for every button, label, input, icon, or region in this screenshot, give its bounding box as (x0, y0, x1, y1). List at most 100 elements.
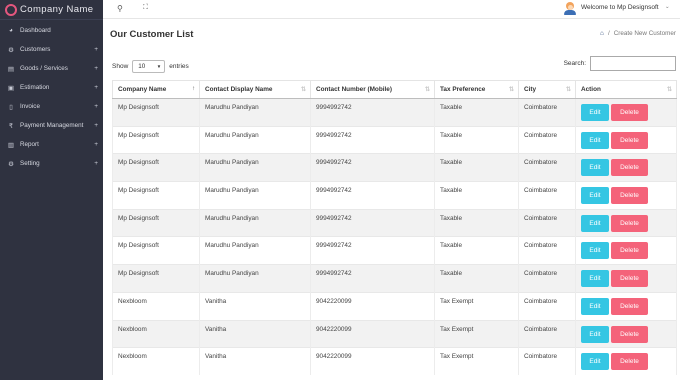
tax-cell: Taxable (434, 125, 519, 154)
delete-button[interactable]: Delete (611, 242, 648, 260)
brand[interactable]: Company Name (0, 0, 103, 20)
table-row: Mp Designsoft Marudhu Pandiyan 9994992742 T… (112, 125, 677, 154)
sort-icon: ⇅ (666, 87, 672, 93)
company-cell: Mp Designsoft (112, 208, 200, 237)
search-icon[interactable]: ⚲ (117, 4, 123, 13)
setting-icon: ⚙ (8, 160, 14, 168)
expand-plus-icon[interactable]: + (94, 103, 98, 110)
tax-cell: Taxable (434, 153, 519, 182)
delete-button[interactable]: Delete (611, 270, 648, 288)
dashboard-icon: ◕ (9, 27, 13, 34)
contact-cell: Marudhu Pandiyan (199, 236, 311, 265)
sidebar-item-payment-management[interactable]: ₹ Payment Management + (0, 116, 103, 135)
delete-button[interactable]: Delete (611, 325, 648, 343)
delete-button[interactable]: Delete (611, 159, 648, 177)
chevron-down-icon[interactable]: ⌄ (665, 4, 670, 10)
action-cell: Edit Delete (575, 98, 677, 127)
edit-button[interactable]: Edit (581, 325, 609, 343)
edit-button[interactable]: Edit (581, 242, 609, 260)
column-header[interactable]: Company Name ↑ (112, 80, 200, 99)
contact-cell: Marudhu Pandiyan (199, 264, 311, 293)
top-bar: ⚲ ⛶ Welcome to Mp Designsoft ⌄ (103, 0, 680, 19)
sidebar-item-dashboard[interactable]: ◕ Dashboard (0, 21, 103, 40)
table-row: Mp Designsoft Marudhu Pandiyan 9994992742 T… (112, 98, 677, 127)
company-cell: Nexbloom (112, 291, 200, 320)
phone-cell: 9994992742 (310, 125, 435, 154)
sidebar-item-label: Estimation (20, 84, 50, 91)
report-icon: ▥ (7, 141, 15, 149)
edit-button[interactable]: Edit (581, 270, 609, 288)
company-cell: Mp Designsoft (112, 181, 200, 210)
sort-icon: ⇅ (508, 87, 514, 93)
edit-button[interactable]: Edit (581, 214, 609, 232)
sidebar-item-invoice[interactable]: ▯ Invoice + (0, 97, 103, 116)
search-input[interactable] (590, 56, 676, 71)
column-header[interactable]: City ⇅ (518, 80, 576, 99)
contact-cell: Marudhu Pandiyan (199, 125, 311, 154)
sidebar-item-goods-services[interactable]: ▤ Goods / Services + (0, 59, 103, 78)
show-label: Show (112, 63, 129, 70)
sort-icon: ↑ (192, 86, 195, 92)
column-header-label: Company Name (118, 86, 167, 93)
expand-plus-icon[interactable]: + (94, 65, 98, 72)
sort-icon: ⇅ (300, 87, 306, 93)
action-cell: Edit Delete (575, 291, 677, 320)
tax-cell: Tax Exempt (434, 291, 519, 320)
action-cell: Edit Delete (575, 319, 677, 348)
phone-cell: 9042220099 (310, 291, 435, 320)
delete-button[interactable]: Delete (611, 353, 648, 371)
delete-button[interactable]: Delete (611, 104, 648, 121)
delete-button[interactable]: Delete (611, 131, 648, 149)
sidebar-item-estimation[interactable]: ▣ Estimation + (0, 78, 103, 97)
city-cell: Coimbatore (518, 264, 576, 293)
sidebar-item-customers[interactable]: ⚙ Customers + (0, 40, 103, 59)
phone-cell: 9042220099 (310, 319, 435, 348)
column-header-label: Contact Number (Mobile) (316, 86, 392, 93)
home-icon[interactable]: ⌂ (600, 30, 604, 37)
table-row: Nexbloom Vanitha 9042220099 Tax Exempt Coimb… (112, 291, 677, 320)
delete-button[interactable]: Delete (611, 187, 648, 205)
entries-select[interactable]: 10 ▼ (132, 60, 166, 73)
tax-cell: Taxable (434, 236, 519, 265)
entries-control: Show 10 ▼ entries (112, 60, 189, 73)
column-header[interactable]: Contact Display Name ⇅ (199, 80, 311, 99)
sidebar-item-setting[interactable]: ⚙ Setting + (0, 154, 103, 173)
column-header[interactable]: Contact Number (Mobile) ⇅ (310, 80, 435, 99)
column-header[interactable]: Tax Preference ⇅ (434, 80, 519, 99)
edit-button[interactable]: Edit (581, 131, 609, 149)
sidebar-item-report[interactable]: ▥ Report + (0, 135, 103, 154)
column-header[interactable]: Action ⇅ (575, 80, 677, 99)
page-title: Our Customer List (110, 29, 194, 40)
edit-button[interactable]: Edit (581, 104, 609, 121)
avatar[interactable] (564, 2, 576, 15)
tax-cell: Tax Exempt (434, 319, 519, 348)
fullscreen-icon[interactable]: ⛶ (143, 4, 148, 12)
expand-plus-icon[interactable]: + (94, 160, 98, 167)
edit-button[interactable]: Edit (581, 187, 609, 205)
expand-plus-icon[interactable]: + (94, 46, 98, 53)
payment-icon: ₹ (8, 122, 14, 130)
delete-button[interactable]: Delete (611, 214, 648, 232)
column-header-label: City (524, 86, 537, 93)
action-cell: Edit Delete (575, 236, 677, 265)
contact-cell: Marudhu Pandiyan (199, 181, 311, 210)
edit-button[interactable]: Edit (581, 297, 609, 315)
delete-button[interactable]: Delete (611, 297, 648, 315)
entries-value: 10 (138, 63, 146, 70)
user-menu-welcome[interactable]: Welcome to Mp Designsoft (581, 4, 659, 11)
expand-plus-icon[interactable]: + (94, 122, 98, 129)
action-cell: Edit Delete (575, 264, 677, 293)
company-cell: Mp Designsoft (112, 236, 200, 265)
edit-button[interactable]: Edit (581, 159, 609, 177)
expand-plus-icon[interactable]: + (94, 141, 98, 148)
company-cell: Nexbloom (112, 319, 200, 348)
estimation-icon: ▣ (7, 84, 15, 92)
tax-cell: Taxable (434, 208, 519, 237)
city-cell: Coimbatore (518, 181, 576, 210)
sidebar-item-label: Customers (20, 46, 51, 53)
edit-button[interactable]: Edit (581, 353, 609, 371)
breadcrumb: ⌂ / Create New Customer (600, 30, 676, 37)
brand-name: Company Name (20, 4, 94, 15)
sidebar-item-label: Goods / Services (20, 65, 68, 72)
expand-plus-icon[interactable]: + (94, 84, 98, 91)
